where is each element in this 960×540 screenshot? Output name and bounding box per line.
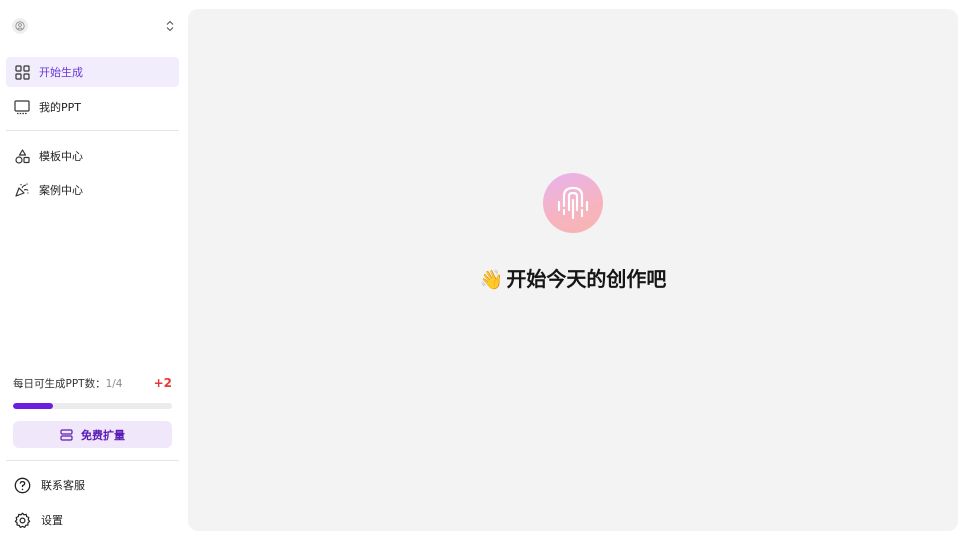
quota-bonus: +2 [153,376,172,390]
nav-item-template-center[interactable]: 模板中心 [6,141,179,171]
help-circle-icon [13,476,31,494]
nav-item-my-ppt[interactable]: 我的PPT [6,92,179,122]
quota-label: 每日可生成PPT数： [13,377,106,390]
monitor-icon [14,99,30,115]
main-panel: 👋 开始今天的创作吧 [188,9,958,531]
free-expand-label: 免费扩量 [81,428,125,442]
nav-item-start-generate[interactable]: 开始生成 [6,57,179,87]
welcome-heading: 👋 开始今天的创作吧 [188,263,958,292]
grid-icon [14,64,30,80]
quota-progress-fill [13,403,53,409]
app-window: 开始生成 我的PPT 模板中心 案例中心 每日可生成PPT数：1/4 +2 免费… [0,0,960,540]
sidebar-divider [6,460,179,461]
chevron-up-down-icon[interactable] [164,19,176,33]
nav-item-label: 案例中心 [39,184,83,197]
quota-count: 1/4 [105,377,123,390]
sidebar: 开始生成 我的PPT 模板中心 案例中心 每日可生成PPT数：1/4 +2 免费… [0,0,186,540]
nav-item-case-center[interactable]: 案例中心 [6,175,179,205]
waving-hand-icon: 👋 [479,269,504,291]
nav-item-label: 模板中心 [39,150,83,163]
nav-item-label: 我的PPT [39,101,81,114]
nav-item-label: 开始生成 [39,66,83,79]
sidebar-divider [6,130,179,131]
gear-icon [13,511,31,529]
app-logo-icon [543,173,603,233]
contact-support-label: 联系客服 [41,479,85,492]
account-switcher[interactable] [12,16,176,36]
daily-quota: 每日可生成PPT数：1/4 +2 [13,375,172,391]
contact-support-item[interactable]: 联系客服 [13,473,178,497]
settings-item[interactable]: 设置 [13,508,178,532]
stack-icon [60,428,73,441]
settings-label: 设置 [41,514,63,527]
quota-text: 每日可生成PPT数：1/4 [13,376,122,391]
shapes-icon [14,148,30,164]
free-expand-button[interactable]: 免费扩量 [13,421,172,448]
quota-progress-bar [13,403,172,409]
welcome-text: 开始今天的创作吧 [506,267,667,291]
party-popper-icon [14,182,30,198]
user-avatar-icon [12,18,28,34]
